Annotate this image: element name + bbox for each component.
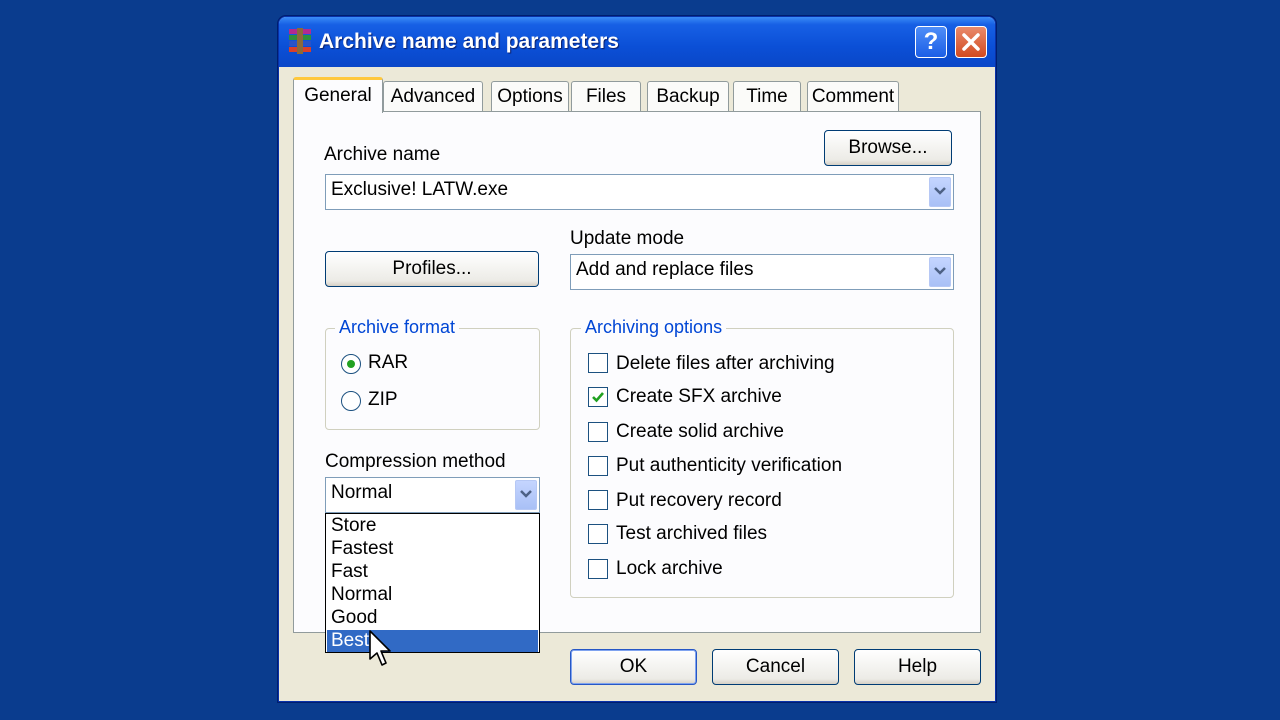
create-sfx-checkbox[interactable]	[588, 387, 608, 407]
option-store[interactable]: Store	[327, 515, 538, 537]
compression-method-value: Normal	[331, 482, 393, 503]
tab-general[interactable]: General	[293, 77, 383, 113]
compression-method-select[interactable]: Normal	[325, 477, 540, 513]
tab-files[interactable]: Files	[571, 81, 641, 111]
archive-name-label: Archive name	[324, 144, 441, 165]
tab-backup[interactable]: Backup	[647, 81, 729, 111]
create-sfx-label[interactable]: Create SFX archive	[616, 386, 782, 408]
browse-button[interactable]: Browse...	[824, 130, 952, 166]
hand-cursor-icon	[369, 630, 391, 666]
option-fastest[interactable]: Fastest	[327, 538, 538, 560]
help-button[interactable]: Help	[854, 649, 981, 685]
create-solid-label[interactable]: Create solid archive	[616, 421, 784, 443]
compression-dropdown-list: Store Fastest Fast Normal Good Best	[325, 513, 540, 653]
delete-files-checkbox[interactable]	[588, 353, 608, 373]
recovery-record-label[interactable]: Put recovery record	[616, 490, 782, 512]
authenticity-checkbox[interactable]	[588, 456, 608, 476]
rar-label[interactable]: RAR	[368, 352, 408, 374]
compression-method-label: Compression method	[325, 451, 506, 472]
option-good[interactable]: Good	[327, 607, 538, 629]
zip-radio[interactable]	[341, 391, 361, 411]
ok-button[interactable]: OK	[570, 649, 697, 685]
checkmark-icon	[592, 392, 604, 403]
archive-name-value: Exclusive! LATW.exe	[331, 179, 509, 200]
zip-label[interactable]: ZIP	[368, 389, 398, 411]
archive-dialog: Archive name and parameters ? General Ad…	[278, 16, 996, 702]
title-bar[interactable]: Archive name and parameters ?	[279, 17, 995, 67]
archive-name-combo[interactable]: Exclusive! LATW.exe	[325, 174, 954, 210]
tab-time[interactable]: Time	[733, 81, 801, 111]
cancel-button[interactable]: Cancel	[712, 649, 839, 685]
tab-options[interactable]: Options	[491, 81, 569, 111]
test-files-checkbox[interactable]	[588, 524, 608, 544]
archiving-options-label: Archiving options	[581, 317, 727, 338]
recovery-record-checkbox[interactable]	[588, 490, 608, 510]
authenticity-label[interactable]: Put authenticity verification	[616, 455, 842, 477]
window-title: Archive name and parameters	[319, 30, 619, 53]
chevron-down-icon	[520, 490, 532, 498]
archive-name-dropdown-button[interactable]	[929, 177, 951, 207]
compression-dropdown-button[interactable]	[515, 480, 537, 510]
winrar-icon	[289, 28, 311, 54]
update-mode-label: Update mode	[570, 228, 685, 249]
archive-format-label: Archive format	[335, 317, 460, 338]
rar-radio[interactable]	[341, 354, 361, 374]
profiles-button[interactable]: Profiles...	[325, 251, 539, 287]
option-normal[interactable]: Normal	[327, 584, 538, 606]
archive-format-group	[325, 328, 540, 430]
chevron-down-icon	[934, 187, 946, 195]
update-mode-value: Add and replace files	[576, 259, 754, 280]
option-best[interactable]: Best	[327, 630, 538, 652]
option-fast[interactable]: Fast	[327, 561, 538, 583]
update-mode-select[interactable]: Add and replace files	[570, 254, 954, 290]
test-files-label[interactable]: Test archived files	[616, 523, 767, 545]
tab-comment[interactable]: Comment	[807, 81, 899, 111]
lock-archive-label[interactable]: Lock archive	[616, 558, 723, 580]
delete-files-label[interactable]: Delete files after archiving	[616, 353, 835, 375]
lock-archive-checkbox[interactable]	[588, 559, 608, 579]
update-mode-dropdown-button[interactable]	[929, 257, 951, 287]
tab-advanced[interactable]: Advanced	[383, 81, 483, 111]
chevron-down-icon	[934, 267, 946, 275]
create-solid-checkbox[interactable]	[588, 422, 608, 442]
close-icon	[962, 33, 980, 51]
close-button[interactable]	[955, 26, 987, 58]
question-mark-icon: ?	[923, 28, 939, 55]
help-title-button[interactable]: ?	[915, 26, 947, 58]
